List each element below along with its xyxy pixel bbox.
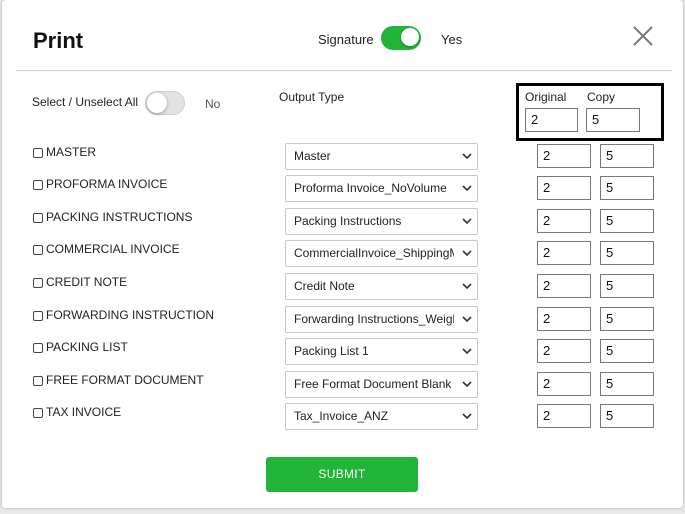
dialog-title: Print [33, 28, 84, 53]
row-checkbox[interactable] [33, 278, 43, 288]
output-type-select[interactable]: Credit Note [285, 273, 478, 300]
row-label: PACKING INSTRUCTIONS [46, 210, 193, 224]
output-type-select[interactable]: Master [285, 143, 478, 170]
output-type-value: Forwarding Instructions_Weigh [294, 312, 454, 326]
copy-count-input[interactable]: 5 [600, 307, 654, 331]
print-dialog: Print Signature Yes Select / Unselect Al… [2, 0, 683, 508]
row-checkbox[interactable] [33, 343, 43, 353]
row-label: TAX INVOICE [46, 405, 122, 419]
output-type-value: Free Format Document Blank [294, 377, 452, 391]
chevron-down-icon [462, 185, 472, 192]
copy-count-input[interactable]: 5 [600, 176, 654, 200]
chevron-down-icon [462, 348, 472, 355]
original-count-input[interactable]: 2 [537, 274, 591, 298]
close-icon [633, 26, 653, 46]
original-count-input[interactable]: 2 [537, 144, 591, 168]
copy-default-input[interactable]: 5 [586, 108, 640, 132]
select-all-toggle[interactable] [145, 91, 185, 115]
toggle-knob [147, 93, 167, 113]
output-type-value: Master [294, 149, 331, 163]
original-count-input[interactable]: 2 [537, 307, 591, 331]
chevron-down-icon [462, 153, 472, 160]
original-count-input[interactable]: 2 [537, 176, 591, 200]
original-count-input[interactable]: 2 [537, 339, 591, 363]
output-type-select[interactable]: Proforma Invoice_NoVolume [285, 175, 478, 202]
chevron-down-icon [462, 218, 472, 225]
row-checkbox[interactable] [33, 245, 43, 255]
original-count-input[interactable]: 2 [537, 241, 591, 265]
chevron-down-icon [462, 413, 472, 420]
row-label: COMMERCIAL INVOICE [46, 242, 180, 256]
chevron-down-icon [462, 283, 472, 290]
output-type-select[interactable]: Packing List 1 [285, 338, 478, 365]
output-type-value: Tax_Invoice_ANZ [294, 409, 389, 423]
copy-count-input[interactable]: 5 [600, 339, 654, 363]
signature-label: Signature [318, 32, 374, 47]
original-count-input[interactable]: 2 [537, 372, 591, 396]
row-label: PACKING LIST [46, 340, 128, 354]
row-checkbox[interactable] [33, 408, 43, 418]
row-checkbox[interactable] [33, 311, 43, 321]
output-type-value: Credit Note [294, 279, 355, 293]
copy-header: Copy [587, 90, 616, 104]
signature-toggle[interactable] [381, 26, 421, 50]
row-label: FORWARDING INSTRUCTION [46, 308, 214, 322]
output-type-value: Packing List 1 [294, 344, 369, 358]
original-count-input[interactable]: 2 [537, 404, 591, 428]
row-label: FREE FORMAT DOCUMENT [46, 373, 204, 387]
chevron-down-icon [462, 381, 472, 388]
row-checkbox[interactable] [33, 180, 43, 190]
output-type-select[interactable]: Forwarding Instructions_Weigh [285, 306, 478, 333]
chevron-down-icon [462, 316, 472, 323]
select-all-label: Select / Unselect All [32, 95, 139, 109]
header-divider [16, 70, 672, 71]
close-button[interactable] [631, 24, 655, 48]
copy-count-input[interactable]: 5 [600, 274, 654, 298]
toggle-knob [401, 28, 419, 46]
copy-count-input[interactable]: 5 [600, 144, 654, 168]
copy-count-input[interactable]: 5 [600, 404, 654, 428]
output-type-select[interactable]: Tax_Invoice_ANZ [285, 403, 478, 430]
row-checkbox[interactable] [33, 376, 43, 386]
output-type-select[interactable]: CommercialInvoice_ShippingM [285, 240, 478, 267]
original-header: Original [525, 90, 567, 104]
output-type-select[interactable]: Free Format Document Blank [285, 371, 478, 398]
output-type-value: CommercialInvoice_ShippingM [294, 246, 454, 260]
original-default-input[interactable]: 2 [525, 108, 578, 132]
row-label: MASTER [46, 145, 97, 159]
row-checkbox[interactable] [33, 213, 43, 223]
output-type-value: Proforma Invoice_NoVolume [294, 181, 447, 195]
output-type-value: Packing Instructions [294, 214, 402, 228]
row-checkbox[interactable] [33, 148, 43, 158]
submit-button[interactable]: SUBMIT [266, 457, 418, 492]
chevron-down-icon [462, 250, 472, 257]
row-label: CREDIT NOTE [46, 275, 128, 289]
select-all-value: No [205, 97, 221, 111]
copy-count-input[interactable]: 5 [600, 209, 654, 233]
row-label: PROFORMA INVOICE [46, 177, 168, 191]
original-count-input[interactable]: 2 [537, 209, 591, 233]
output-type-select[interactable]: Packing Instructions [285, 208, 478, 235]
output-type-header: Output Type [279, 90, 345, 104]
copy-count-input[interactable]: 5 [600, 372, 654, 396]
copy-count-input[interactable]: 5 [600, 241, 654, 265]
signature-value: Yes [441, 32, 463, 47]
